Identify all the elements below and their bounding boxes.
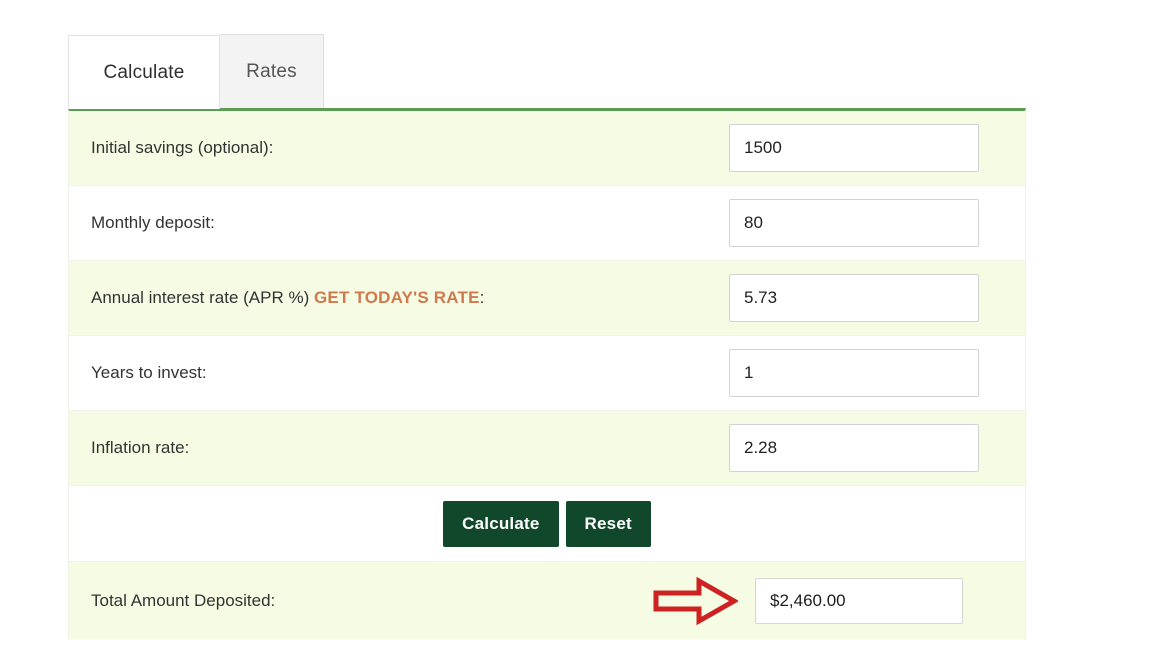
field-cell-inflation-rate	[729, 424, 1025, 472]
years-to-invest-input[interactable]	[729, 349, 979, 397]
field-cell-monthly-deposit	[729, 199, 1025, 247]
result-row-total-deposited: Total Amount Deposited:	[69, 562, 1025, 639]
annual-interest-rate-input[interactable]	[729, 274, 979, 322]
savings-calculator: Calculate Rates Initial savings (optiona…	[68, 34, 1026, 639]
form-row-annual-interest-rate: Annual interest rate (APR %) GET TODAY'S…	[69, 261, 1025, 336]
label-inflation-rate: Inflation rate:	[91, 437, 190, 457]
page-root: Calculate Rates Initial savings (optiona…	[0, 0, 1152, 648]
tab-calculate[interactable]: Calculate	[68, 35, 220, 109]
right-arrow-annotation-icon	[649, 575, 741, 627]
tab-calculate-label: Calculate	[103, 61, 185, 83]
calculator-form: Initial savings (optional): Monthly depo…	[68, 108, 1026, 639]
initial-savings-input[interactable]	[729, 124, 979, 172]
result-field-cell	[649, 575, 1025, 627]
action-row: Calculate Reset	[69, 486, 1025, 562]
label-total-amount-deposited: Total Amount Deposited:	[91, 590, 276, 610]
field-cell-years-to-invest	[729, 349, 1025, 397]
tab-rates[interactable]: Rates	[220, 34, 324, 108]
label-years-to-invest: Years to invest:	[91, 362, 207, 382]
tab-rates-label: Rates	[246, 60, 297, 82]
label-monthly-deposit: Monthly deposit:	[91, 212, 215, 232]
label-apr-prefix: Annual interest rate (APR %)	[91, 287, 314, 307]
inflation-rate-input[interactable]	[729, 424, 979, 472]
reset-button[interactable]: Reset	[565, 500, 651, 547]
form-row-inflation-rate: Inflation rate:	[69, 411, 1025, 486]
label-initial-savings: Initial savings (optional):	[91, 137, 274, 157]
label-apr-suffix: :	[479, 287, 485, 307]
tab-bar: Calculate Rates	[68, 34, 1026, 109]
monthly-deposit-input[interactable]	[729, 199, 979, 247]
calculate-button[interactable]: Calculate	[443, 500, 559, 547]
form-row-monthly-deposit: Monthly deposit:	[69, 186, 1025, 261]
total-amount-deposited-output[interactable]	[755, 577, 963, 624]
form-row-years-to-invest: Years to invest:	[69, 336, 1025, 411]
field-cell-annual-interest-rate	[729, 274, 1025, 322]
field-cell-initial-savings	[729, 124, 1025, 172]
label-annual-interest-rate: Annual interest rate (APR %) GET TODAY'S…	[69, 287, 729, 309]
get-todays-rate-link[interactable]: GET TODAY'S RATE	[314, 288, 480, 307]
form-row-initial-savings: Initial savings (optional):	[69, 111, 1025, 186]
